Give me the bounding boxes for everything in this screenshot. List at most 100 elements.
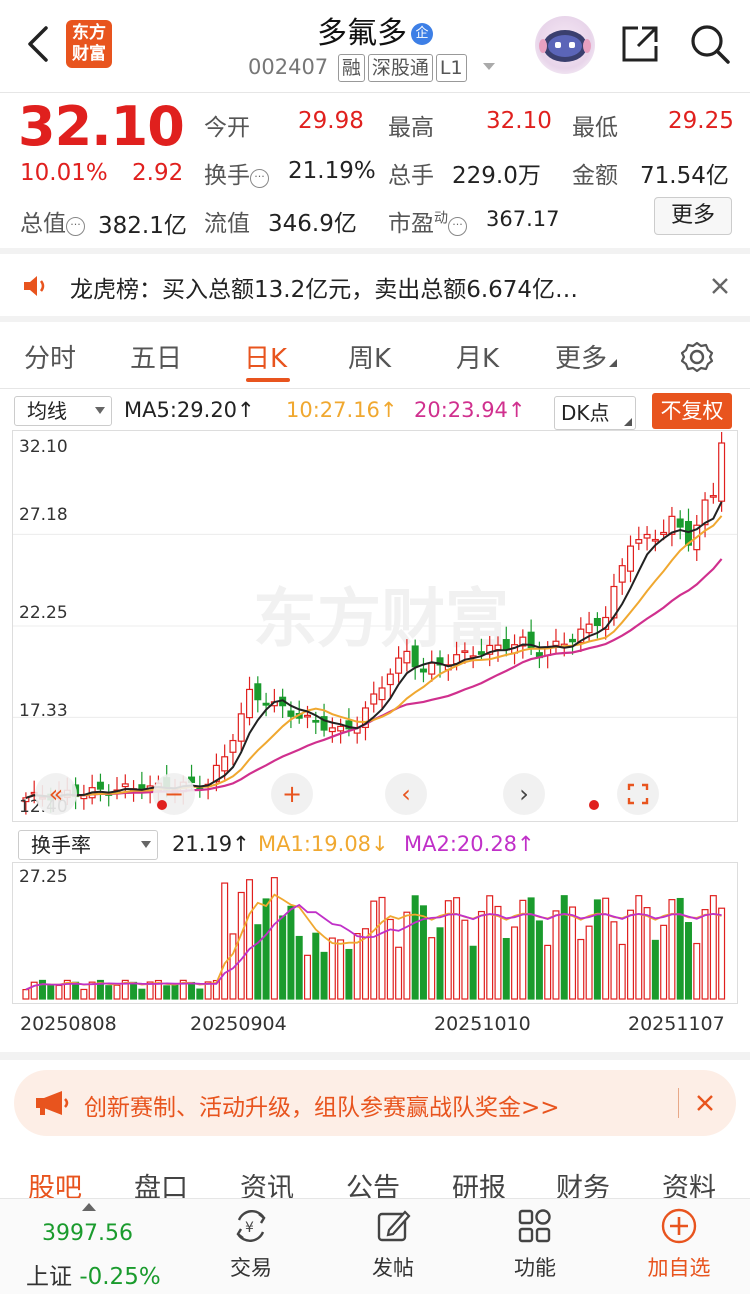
- promo-banner[interactable]: 创新赛制、活动升级，组队参赛赢战队奖金>>: [14, 1070, 736, 1136]
- candle-body: [287, 710, 295, 717]
- turnover-bar: [47, 984, 55, 1000]
- turnover-label: 换手 ···: [204, 156, 269, 190]
- caret-up-icon[interactable]: [82, 1201, 96, 1211]
- turnover-bar: [569, 906, 577, 1000]
- turnover-bar: [651, 939, 659, 1000]
- tab-more[interactable]: 更多: [555, 338, 618, 375]
- indicator-select[interactable]: 均线: [14, 396, 112, 426]
- back-arrow-icon[interactable]: [22, 22, 58, 66]
- candle-body: [337, 725, 345, 732]
- turnover-bar: [469, 945, 477, 1000]
- candle-body: [660, 531, 668, 536]
- turnover-bar: [55, 984, 63, 1000]
- tab-monthly-k[interactable]: 月K: [456, 338, 499, 375]
- turnover-bar: [585, 925, 593, 1000]
- turnover-y-tick: 27.25: [19, 867, 68, 887]
- app-logo: 东方 财富: [66, 20, 112, 68]
- enterprise-badge: 企: [411, 23, 433, 45]
- turnover-bar: [262, 898, 270, 1000]
- candle-body: [643, 533, 651, 539]
- dk-point-select[interactable]: DK点: [554, 396, 636, 430]
- chevron-down-icon[interactable]: [481, 60, 497, 72]
- turnover-bar: [693, 942, 701, 1000]
- candle-body: [411, 645, 419, 668]
- open-value: 29.98: [298, 108, 364, 134]
- turnover-bar: [237, 891, 245, 1000]
- high-label: 最高: [388, 115, 434, 141]
- close-icon[interactable]: [710, 276, 730, 296]
- candle-body: [627, 545, 635, 572]
- search-icon[interactable]: [688, 22, 732, 66]
- dock-functions[interactable]: 功能: [490, 1206, 580, 1282]
- candle-body: [618, 565, 626, 583]
- info-dots-icon[interactable]: ···: [66, 217, 85, 236]
- index-change: -0.25%: [79, 1264, 161, 1290]
- tab-weekly-k[interactable]: 周K: [348, 338, 391, 375]
- turnover-bar: [436, 927, 444, 1000]
- dock-post-label: 发帖: [372, 1256, 414, 1280]
- settings-gear-icon[interactable]: [680, 340, 714, 374]
- index-quote[interactable]: 上证 -0.25%: [26, 1257, 161, 1291]
- pe-sup: 动: [434, 210, 448, 227]
- candle-body: [246, 688, 254, 719]
- more-quote-button[interactable]: 更多: [654, 197, 732, 235]
- assistant-robot-icon[interactable]: [535, 16, 595, 74]
- stock-name: 多氟多: [317, 16, 407, 51]
- tab-timeshare[interactable]: 分时: [24, 338, 76, 375]
- candle-body: [676, 518, 684, 528]
- tag-level: L1: [435, 54, 467, 82]
- svg-text:¥: ¥: [245, 1220, 254, 1236]
- current-price: 32.10: [18, 95, 185, 158]
- tab-five-day[interactable]: 五日: [130, 338, 182, 375]
- turnover-bar: [328, 937, 336, 1000]
- period-tabs: 分时 五日 日K 周K 月K 更多: [0, 322, 750, 388]
- candle-body: [593, 617, 601, 627]
- amount-label: 金额: [572, 163, 618, 189]
- dock-add-watchlist[interactable]: 加自选: [634, 1206, 724, 1282]
- zoom-in-button[interactable]: +: [271, 773, 313, 815]
- index-value[interactable]: 3997.56: [42, 1221, 133, 1246]
- fullscreen-button[interactable]: [617, 773, 659, 815]
- turnover-bar: [511, 926, 519, 1000]
- corner-caret-icon: [624, 418, 632, 426]
- candle-body: [428, 662, 436, 675]
- index-name: 上证: [26, 1264, 72, 1290]
- turnover-bar: [320, 951, 328, 1000]
- ma10-readout: 10:27.16↑: [286, 398, 398, 422]
- turnover-bar: [287, 905, 295, 1000]
- share-icon[interactable]: [618, 22, 662, 66]
- dock-trade[interactable]: ¥ 交易: [206, 1206, 296, 1282]
- dock-post[interactable]: 发帖: [348, 1206, 438, 1282]
- no-adjust-button[interactable]: 不复权: [652, 393, 732, 429]
- corner-caret-icon: [609, 359, 618, 367]
- scroll-right-button[interactable]: ›: [503, 773, 545, 815]
- close-icon[interactable]: [696, 1094, 714, 1112]
- candle-body: [635, 538, 643, 544]
- candle-body: [312, 719, 320, 723]
- kline-chart[interactable]: 东方财富 32.10 27.18 22.25 17.33 12.40 « − +…: [12, 430, 738, 822]
- turnover-bar: [246, 879, 254, 1000]
- scroll-left-fast-button[interactable]: «: [35, 773, 77, 815]
- turnover-bar: [627, 909, 635, 1000]
- sub-indicator-select[interactable]: 换手率: [18, 830, 158, 860]
- turnover-chart[interactable]: 27.25: [12, 862, 738, 1004]
- ma20-readout: 20:23.94↑: [414, 398, 526, 422]
- candle-body: [718, 442, 726, 502]
- turnover-bar: [113, 984, 121, 1000]
- dock-trade-label: 交易: [230, 1256, 272, 1280]
- turnover-bar: [279, 915, 287, 1000]
- turnover-bar: [618, 943, 626, 1000]
- dragon-tiger-notice[interactable]: 龙虎榜：买入总额13.2亿元，卖出总额6.674亿…: [0, 252, 750, 318]
- turnover-bar: [502, 937, 510, 1000]
- tab-daily-k[interactable]: 日K: [244, 338, 287, 375]
- turnover-bar: [453, 897, 461, 1000]
- dock-add-label: 加自选: [647, 1256, 711, 1280]
- info-dots-icon[interactable]: ···: [250, 169, 269, 188]
- scroll-left-button[interactable]: ‹: [385, 773, 427, 815]
- ma2-readout: MA2:20.28↑: [404, 832, 535, 856]
- info-dots-icon[interactable]: ···: [448, 217, 467, 236]
- date-label-1: 20250808: [20, 1013, 117, 1035]
- turnover-bar: [709, 895, 717, 1000]
- stock-code: 002407: [248, 55, 329, 79]
- mktcap-value: 382.1亿: [98, 213, 187, 239]
